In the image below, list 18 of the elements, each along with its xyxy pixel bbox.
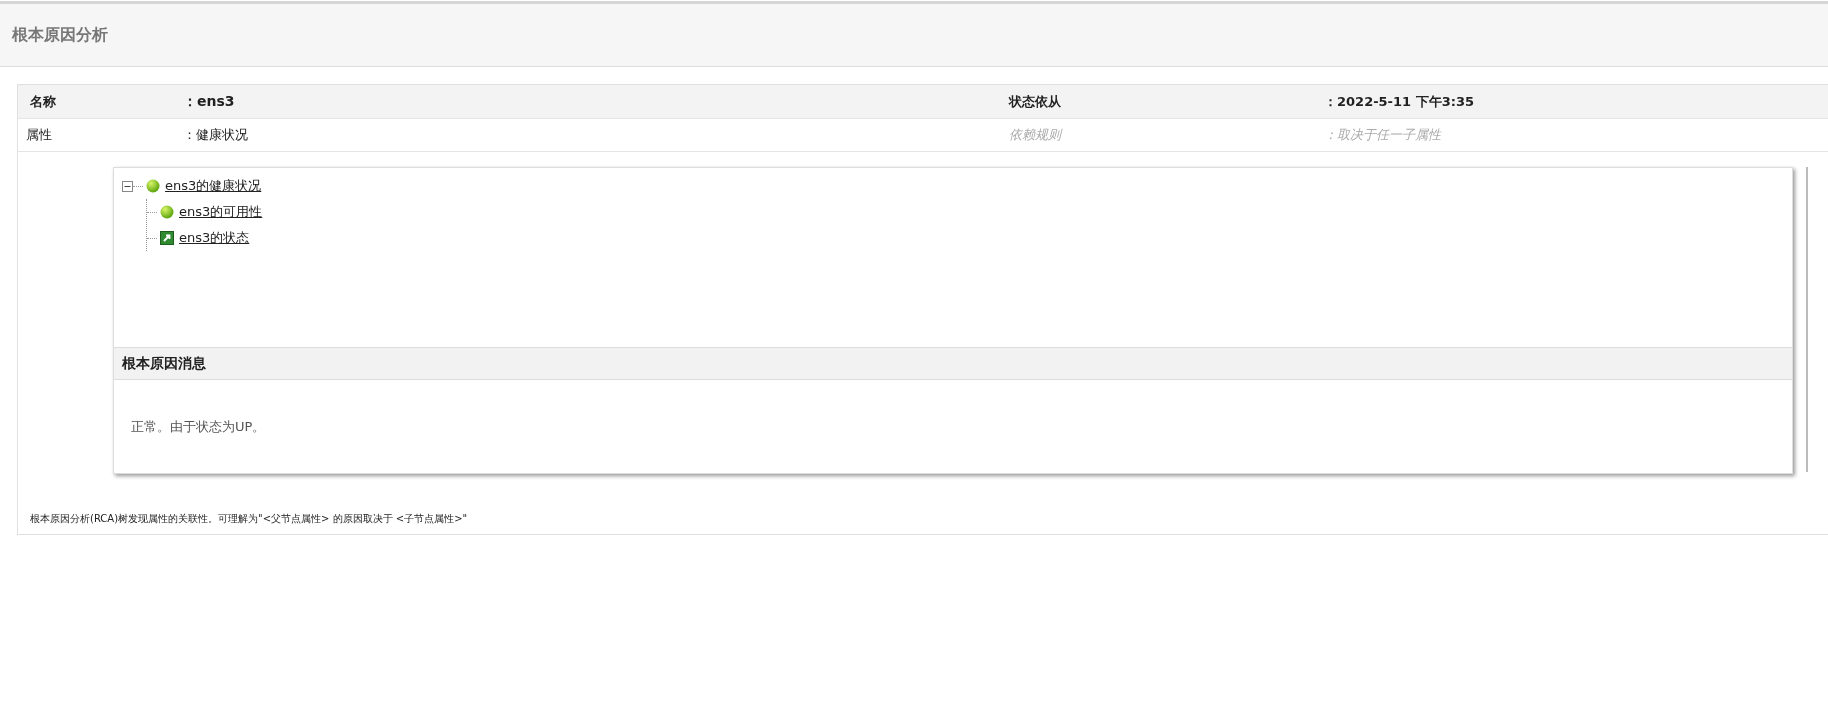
status-dot-icon (160, 205, 174, 219)
field-label: 名称 (29, 92, 57, 111)
field-value: ：2022-5-11 下午3:35 (1324, 92, 1475, 111)
footnote-text: 根本原因分析(RCA)树发现属性的关联性。可理解为"<父节点属性> 的原因取决于 <子节点属性>" (30, 512, 469, 526)
status-dot-icon (146, 179, 160, 193)
field-value: ：ens3 (183, 92, 236, 111)
tree-node-link[interactable]: ens3的可用性 (179, 203, 263, 221)
collapse-icon[interactable] (122, 180, 133, 192)
page-title: 根本原因分析 (12, 24, 108, 46)
field-value: ：健康状况 (183, 126, 249, 144)
tree-node-link[interactable]: ens3的状态 (179, 229, 250, 247)
message-text: 正常。由于状态为UP。 (131, 417, 266, 436)
tree-node-link[interactable]: ens3的健康状况 (165, 177, 262, 195)
field-label: 依赖规则 (1009, 126, 1064, 144)
shortcut-arrow-icon (160, 231, 174, 245)
field-label: 状态依从 (1009, 92, 1062, 111)
field-label: 属性 (25, 126, 53, 144)
section-title: 根本原因消息 (122, 354, 206, 373)
